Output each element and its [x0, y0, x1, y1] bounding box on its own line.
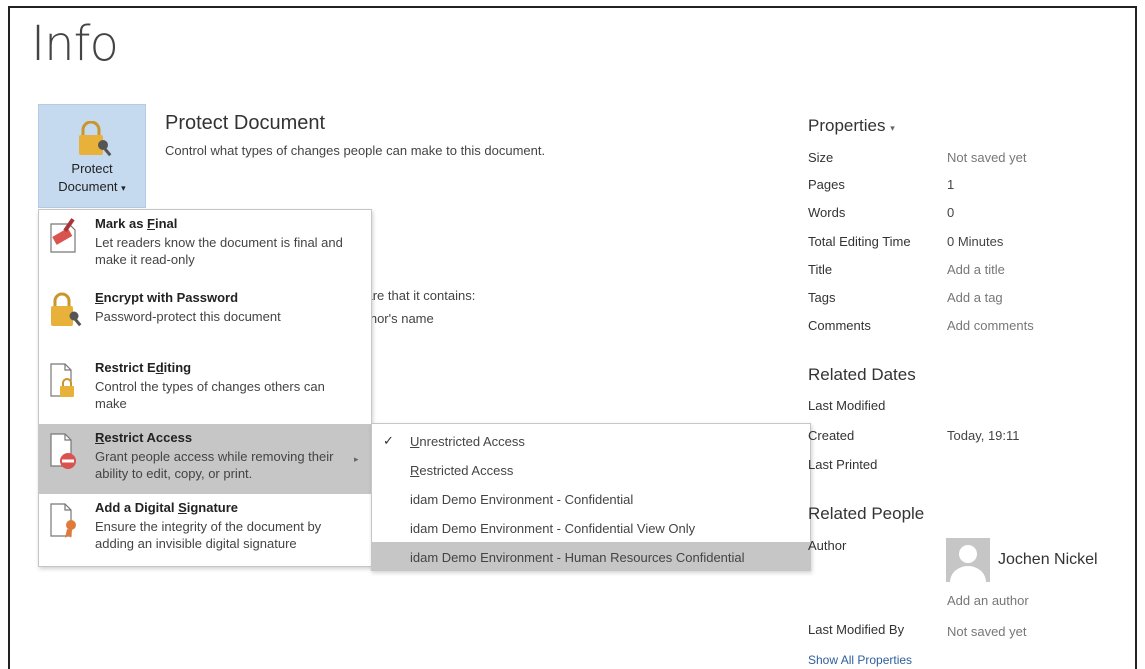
- last-printed-label: Last Printed: [808, 457, 878, 472]
- menu-item-description: Control the types of changes others can …: [95, 379, 325, 411]
- menu-item-restrict-access[interactable]: Restrict Access Grant people access whil…: [39, 424, 371, 494]
- menu-item-add-digital-signature[interactable]: Add a Digital Signature Ensure the integ…: [39, 494, 371, 566]
- prop-value-tags-input[interactable]: Add a tag: [947, 290, 1003, 305]
- digital-signature-icon: [50, 503, 76, 538]
- submenu-label: nrestricted Access: [419, 434, 525, 449]
- submenu-label: idam Demo Environment - Confidential Vie…: [410, 521, 696, 536]
- protect-menu: Mark as Final Let readers know the docum…: [38, 209, 372, 567]
- author-label: Author: [808, 538, 847, 553]
- submenu-item-confidential[interactable]: idam Demo Environment - Confidential: [372, 484, 810, 513]
- related-people-heading: Related People: [808, 504, 925, 523]
- submenu-label: idam Demo Environment - Confidential: [410, 492, 634, 507]
- submenu-mnemonic: U: [410, 434, 420, 449]
- show-all-properties-link[interactable]: Show All Properties: [808, 653, 912, 667]
- submenu-item-hr-confidential[interactable]: idam Demo Environment - Human Resources …: [372, 542, 810, 571]
- prop-label-pages: Pages: [808, 177, 845, 192]
- menu-title-pre: Restrict E: [95, 360, 156, 375]
- menu-item-description: Grant people access while removing their…: [95, 449, 334, 481]
- menu-item-mark-as-final[interactable]: Mark as Final Let readers know the docum…: [39, 210, 371, 284]
- inspect-text-partial: vare that it contains:: [359, 288, 476, 303]
- menu-title-post: ncrypt with Password: [103, 290, 239, 305]
- submenu-item-unrestricted-access[interactable]: ✓ Unrestricted Access: [372, 426, 810, 455]
- author-name[interactable]: Jochen Nickel: [998, 551, 1098, 569]
- prop-label-size: Size: [808, 150, 834, 165]
- properties-heading[interactable]: Properties ▾: [808, 116, 895, 136]
- menu-item-description: Let readers know the document is final a…: [95, 235, 343, 267]
- prop-label-title: Title: [808, 262, 833, 277]
- submenu-label: estricted Access: [419, 463, 514, 478]
- prop-label-editing-time: Total Editing Time: [808, 234, 911, 249]
- lock-key-icon: [79, 121, 112, 157]
- properties-title: Properties: [808, 116, 886, 135]
- submenu-label: idam Demo Environment - Human Resources …: [410, 550, 745, 565]
- prop-value-size: Not saved yet: [947, 150, 1027, 165]
- prop-value-title-input[interactable]: Add a title: [947, 262, 1005, 277]
- menu-title-post: inal: [155, 216, 178, 231]
- prop-value-editing-time: 0 Minutes: [947, 234, 1004, 249]
- prop-value-comments-input[interactable]: Add comments: [947, 318, 1034, 333]
- menu-title-mnemonic: d: [155, 360, 164, 375]
- prop-label-tags: Tags: [808, 290, 836, 305]
- protect-document-title: Protect Document: [165, 112, 326, 134]
- menu-title-pre: Add a Digital: [95, 500, 179, 515]
- prop-value-pages: 1: [947, 177, 955, 192]
- last-modified-by-value: Not saved yet: [947, 624, 1027, 639]
- prop-value-words: 0: [947, 205, 955, 220]
- checkmark-icon: ✓: [383, 433, 394, 448]
- menu-title-mnemonic: R: [95, 430, 105, 445]
- menu-title-post: estrict Access: [104, 430, 193, 445]
- restrict-access-submenu: ✓ Unrestricted Access Restricted Access …: [371, 423, 811, 571]
- mark-final-icon: [50, 218, 76, 253]
- submenu-arrow-icon: ▸: [354, 454, 359, 464]
- created-value: Today, 19:11: [947, 428, 1020, 443]
- menu-title-mnemonic: E: [95, 290, 104, 305]
- avatar: [946, 538, 990, 582]
- protect-document-button[interactable]: Protect Document ▾: [38, 104, 146, 208]
- dropdown-arrow-icon: ▾: [121, 183, 126, 193]
- protect-document-description: Control what types of changes people can…: [165, 143, 546, 158]
- page-title: Info: [31, 16, 119, 72]
- submenu-item-restricted-access[interactable]: Restricted Access: [372, 455, 810, 484]
- menu-title-mnemonic: F: [147, 216, 155, 231]
- menu-title-post: iting: [163, 360, 192, 375]
- restrict-access-icon: [50, 433, 76, 469]
- submenu-mnemonic: R: [410, 463, 420, 478]
- created-label: Created: [808, 428, 855, 443]
- menu-item-description: Ensure the integrity of the document by …: [95, 519, 322, 551]
- related-dates-heading: Related Dates: [808, 365, 916, 384]
- user-silhouette-icon: [950, 545, 986, 582]
- protect-button-line2: Document: [58, 179, 118, 194]
- lock-key-icon: [51, 292, 82, 327]
- prop-label-words: Words: [808, 205, 846, 220]
- menu-title-mnemonic: S: [178, 500, 187, 515]
- restrict-editing-icon: [50, 363, 74, 397]
- menu-item-encrypt-with-password[interactable]: Encrypt with Password Password-protect t…: [39, 284, 371, 354]
- menu-item-restrict-editing[interactable]: Restrict Editing Control the types of ch…: [39, 354, 371, 424]
- submenu-item-confidential-view-only[interactable]: idam Demo Environment - Confidential Vie…: [372, 513, 810, 542]
- chevron-down-icon: ▾: [890, 123, 895, 133]
- add-author-input[interactable]: Add an author: [947, 593, 1029, 608]
- menu-item-description: Password-protect this document: [95, 309, 281, 324]
- menu-title-post: ignature: [186, 500, 239, 515]
- last-modified-label: Last Modified: [808, 398, 886, 413]
- protect-button-line1: Protect: [71, 161, 113, 176]
- prop-label-comments: Comments: [808, 318, 871, 333]
- menu-title-pre: Mark as: [95, 216, 148, 231]
- last-modified-by-label: Last Modified By: [808, 622, 905, 637]
